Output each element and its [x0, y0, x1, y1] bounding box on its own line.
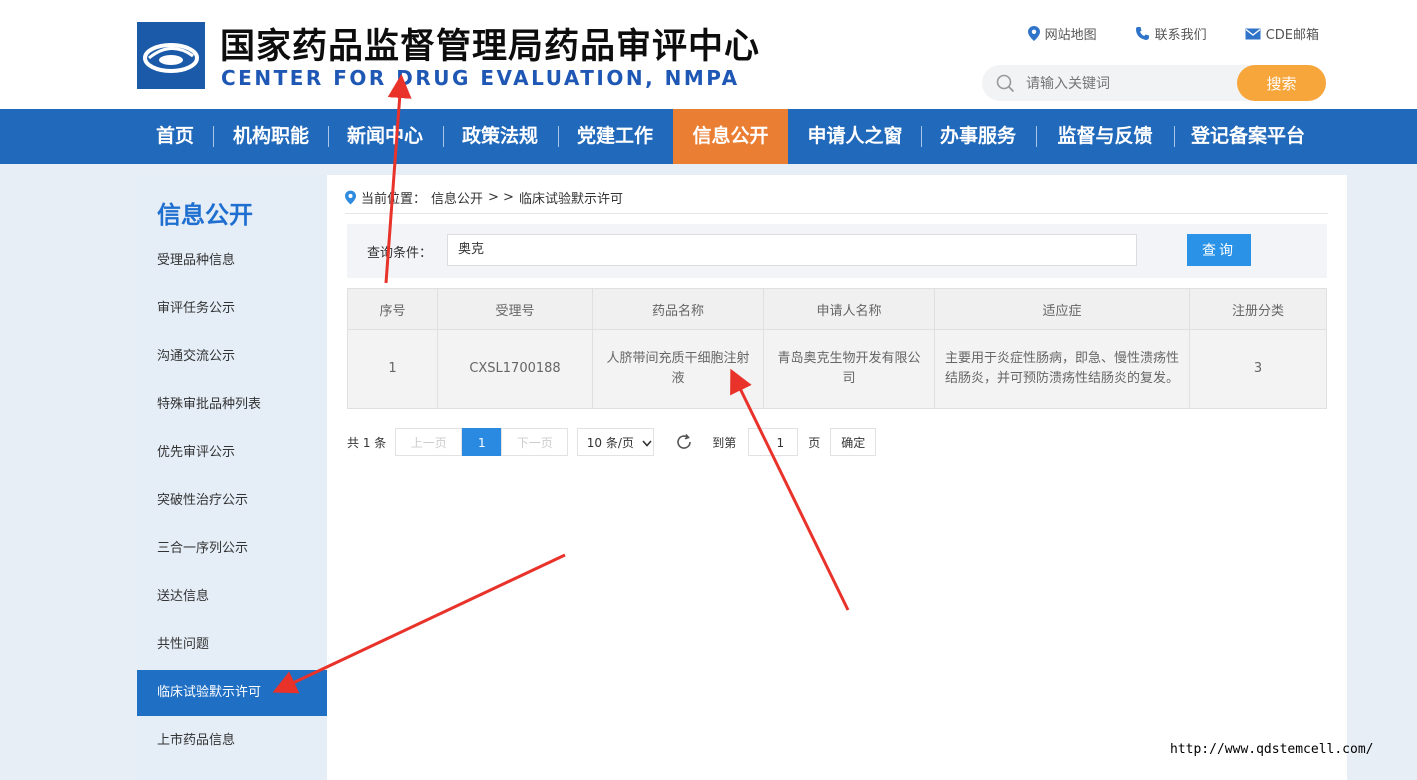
sidebar-item-communication[interactable]: 沟通交流公示: [137, 334, 327, 380]
pagination-total: 共 1 条: [347, 435, 387, 450]
next-page-button[interactable]: 下一页: [501, 428, 569, 456]
sidebar-title: 信息公开: [157, 201, 253, 229]
cell-registration-class: 3: [1189, 329, 1327, 409]
nav-news[interactable]: 新闻中心: [334, 109, 436, 164]
breadcrumb-divider: [345, 213, 1328, 214]
cell-drug-name: 人脐带间充质干细胞注射液: [592, 329, 764, 409]
site-search-input[interactable]: [1024, 71, 1228, 97]
location-pin-icon: [1027, 26, 1040, 41]
table-header-row: 序号 受理号 药品名称 申请人名称 适应症 注册分类: [347, 288, 1327, 330]
column-header-acceptance-no: 受理号: [437, 288, 593, 330]
nav-divider: [328, 126, 329, 147]
page-size-value: 10 条/页: [586, 436, 634, 450]
page-size-select[interactable]: 10 条/页: [577, 428, 655, 456]
query-label: 查询条件：: [367, 246, 433, 261]
nav-divider: [558, 126, 559, 147]
cde-logo[interactable]: [137, 22, 205, 89]
page-1-button[interactable]: 1: [462, 428, 502, 456]
top-links: 网站地图 联系我们 CDE邮箱: [1027, 24, 1319, 43]
contact-label: 联系我们: [1154, 28, 1207, 43]
site-search: 搜索: [982, 65, 1326, 101]
site-header: 国家药品监督管理局药品审评中心 CENTER FOR DRUG EVALUATI…: [0, 0, 1417, 109]
breadcrumb-section[interactable]: 信息公开: [431, 188, 483, 207]
sidebar-item-priority-review[interactable]: 优先审评公示: [137, 430, 327, 476]
main-content: 当前位置： 信息公开 > > 临床试验默示许可 查询条件： 奥克 查询 序号 受…: [327, 175, 1347, 780]
goto-page-input[interactable]: 1: [748, 428, 799, 456]
contact-link[interactable]: 联系我们: [1135, 24, 1207, 43]
sitemap-link[interactable]: 网站地图: [1027, 24, 1097, 43]
sidebar-item-special-approval[interactable]: 特殊审批品种列表: [137, 382, 327, 428]
query-input[interactable]: 奥克: [447, 234, 1137, 266]
table-row[interactable]: 1 CXSL1700188 人脐带间充质干细胞注射液 青岛奥克生物开发有限公司 …: [347, 329, 1327, 409]
column-header-applicant: 申请人名称: [763, 288, 935, 330]
watermark-url: http://www.qdstemcell.com/: [1170, 742, 1374, 757]
sidebar: 信息公开 受理品种信息 审评任务公示 沟通交流公示 特殊审批品种列表 优先审评公…: [137, 175, 327, 780]
main-nav: 首页 机构职能 新闻中心 政策法规 党建工作 信息公开 申请人之窗 办事服务 监…: [0, 109, 1417, 164]
mailbox-link[interactable]: CDE邮箱: [1245, 24, 1319, 43]
page-unit-label: 页: [808, 435, 821, 450]
nav-applicant-window[interactable]: 申请人之窗: [795, 109, 915, 164]
refresh-icon[interactable]: [675, 433, 693, 451]
search-icon: [996, 74, 1015, 93]
mailbox-label: CDE邮箱: [1265, 28, 1319, 43]
pagination: 共 1 条 上一页 1 下一页 10 条/页 到第 1 页 确定: [347, 427, 877, 457]
location-pin-icon: [345, 190, 356, 205]
breadcrumb-prefix: 当前位置：: [361, 192, 427, 207]
cell-indication: 主要用于炎症性肠病，即急、慢性溃疡性结肠炎，并可预防溃疡性结肠炎的复发。: [934, 329, 1190, 409]
nav-registration-platform[interactable]: 登记备案平台: [1180, 109, 1316, 164]
nav-home[interactable]: 首页: [142, 109, 208, 164]
goto-confirm-button[interactable]: 确定: [830, 428, 877, 456]
sidebar-item-accepted-varieties[interactable]: 受理品种信息: [137, 238, 327, 284]
nav-org-functions[interactable]: 机构职能: [220, 109, 322, 164]
query-button[interactable]: 查询: [1187, 234, 1251, 266]
column-header-drug-name: 药品名称: [592, 288, 764, 330]
chevron-down-icon: [642, 440, 652, 447]
results-table: 序号 受理号 药品名称 申请人名称 适应症 注册分类 1 CXSL1700188…: [347, 288, 1327, 409]
nav-policy[interactable]: 政策法规: [449, 109, 551, 164]
sidebar-item-review-tasks[interactable]: 审评任务公示: [137, 286, 327, 332]
breadcrumb-current: 临床试验默示许可: [518, 192, 623, 207]
nav-info-disclosure[interactable]: 信息公开: [673, 109, 788, 164]
sidebar-item-clinical-trial-implied-license[interactable]: 临床试验默示许可: [137, 670, 327, 716]
nav-divider: [921, 126, 922, 147]
cell-acceptance-no: CXSL1700188: [437, 329, 593, 409]
sidebar-item-delivery-info[interactable]: 送达信息: [137, 574, 327, 620]
cell-index: 1: [347, 329, 438, 409]
nav-divider: [1174, 126, 1175, 147]
column-header-index: 序号: [347, 288, 438, 330]
site-title-cn: 国家药品监督管理局药品审评中心: [220, 27, 761, 67]
nav-party-building[interactable]: 党建工作: [564, 109, 666, 164]
sidebar-item-marketed-drugs[interactable]: 上市药品信息: [137, 718, 327, 764]
column-header-registration-class: 注册分类: [1189, 288, 1327, 330]
nav-services[interactable]: 办事服务: [927, 109, 1029, 164]
sidebar-item-breakthrough[interactable]: 突破性治疗公示: [137, 478, 327, 524]
nav-divider: [443, 126, 444, 147]
nav-divider: [1036, 126, 1037, 147]
cell-applicant: 青岛奥克生物开发有限公司: [763, 329, 935, 409]
prev-page-button[interactable]: 上一页: [395, 428, 463, 456]
sitemap-label: 网站地图: [1044, 28, 1097, 43]
sidebar-item-three-in-one[interactable]: 三合一序列公示: [137, 526, 327, 572]
breadcrumb-separator: > >: [488, 190, 514, 205]
logo-emblem-icon: [137, 22, 205, 89]
site-title-en: CENTER FOR DRUG EVALUATION, NMPA: [221, 66, 740, 90]
nav-divider: [213, 126, 214, 147]
goto-label: 到第: [712, 435, 737, 450]
column-header-indication: 适应症: [934, 288, 1190, 330]
mail-icon: [1245, 28, 1261, 39]
breadcrumb: 当前位置： 信息公开 > > 临床试验默示许可: [345, 188, 623, 207]
phone-icon: [1135, 27, 1149, 40]
site-search-button[interactable]: 搜索: [1237, 65, 1326, 101]
query-bar: 查询条件： 奥克 查询: [347, 224, 1327, 278]
sidebar-item-common-issues[interactable]: 共性问题: [137, 622, 327, 668]
nav-supervision-feedback[interactable]: 监督与反馈: [1042, 109, 1168, 164]
